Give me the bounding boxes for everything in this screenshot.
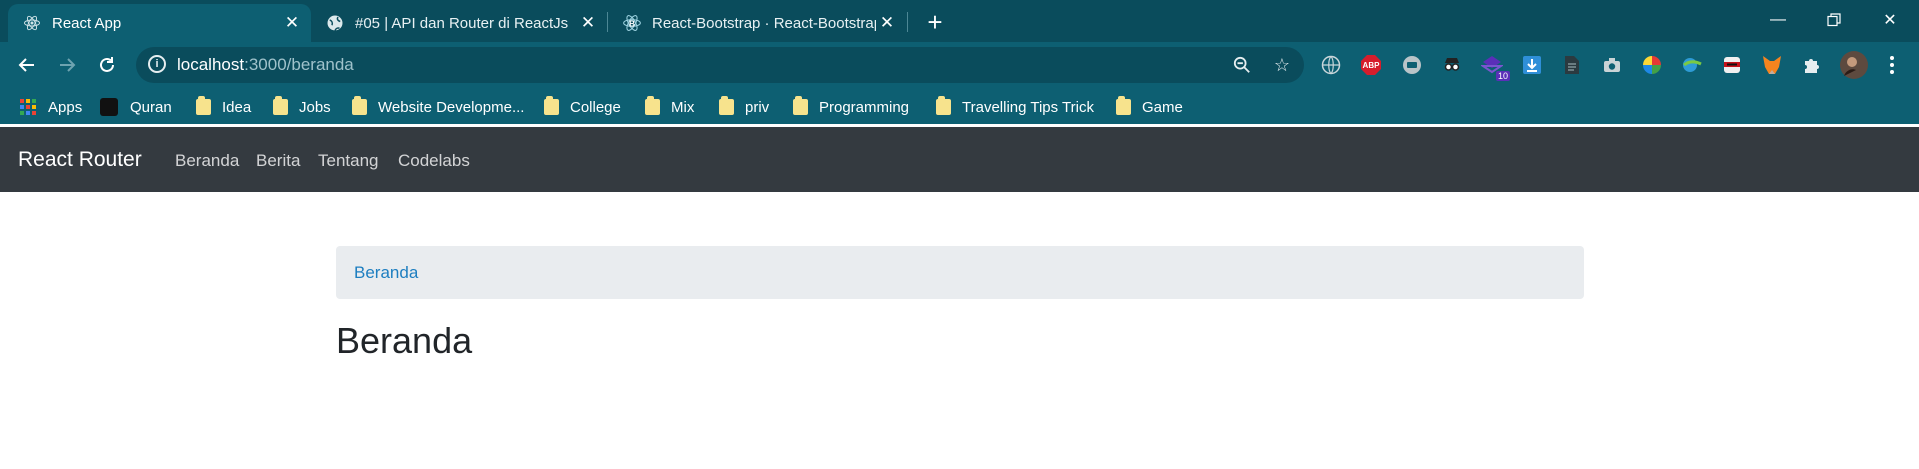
- folder-icon: [196, 96, 211, 115]
- menu-icon[interactable]: [1880, 53, 1904, 77]
- puzzle-icon[interactable]: [1800, 53, 1824, 77]
- tab-divider: [907, 12, 908, 32]
- tab-react-app[interactable]: React App ✕: [8, 4, 311, 42]
- nav-link-berita[interactable]: Berita: [256, 151, 300, 171]
- folder-icon: [544, 96, 559, 115]
- bookmark-label: Game: [1142, 98, 1183, 116]
- close-icon[interactable]: ✕: [876, 12, 898, 34]
- bookmark-jobs[interactable]: Jobs: [273, 96, 331, 118]
- bookmark-game[interactable]: Game: [1116, 96, 1183, 118]
- url-host: localhost: [177, 55, 245, 74]
- close-window-button[interactable]: ✕: [1862, 0, 1918, 40]
- bookmark-travelling-tips[interactable]: Travelling Tips Trick: [936, 96, 1094, 118]
- react-bootstrap-icon: B: [622, 13, 642, 33]
- star-icon[interactable]: ☆: [1270, 53, 1294, 77]
- folder-icon: [352, 96, 367, 115]
- folder-icon: [793, 96, 808, 115]
- adblock-plus-icon[interactable]: ABP: [1359, 53, 1383, 77]
- restore-button[interactable]: [1806, 0, 1862, 40]
- color-picker-icon[interactable]: [1640, 53, 1664, 77]
- bookmark-mix[interactable]: Mix: [645, 96, 694, 118]
- extension-badge: 10: [1495, 71, 1510, 81]
- ninja-icon[interactable]: [1720, 53, 1744, 77]
- url-path: :3000/beranda: [244, 55, 354, 74]
- bookmark-idea[interactable]: Idea: [196, 96, 251, 118]
- bookmark-label: Travelling Tips Trick: [962, 98, 1094, 116]
- folder-icon: [645, 96, 660, 115]
- bookmarks-bar: Apps Quran Idea Jobs Website Developme..…: [0, 88, 1919, 124]
- zoom-icon[interactable]: [1230, 53, 1254, 77]
- forward-button[interactable]: [52, 50, 82, 80]
- info-icon[interactable]: i: [148, 55, 166, 73]
- bookmark-priv[interactable]: priv: [719, 96, 769, 118]
- back-button[interactable]: [12, 50, 42, 80]
- bookmark-label: Website Developme...: [378, 98, 525, 116]
- navbar-brand[interactable]: React Router: [18, 148, 142, 172]
- close-icon[interactable]: ✕: [281, 12, 303, 34]
- folder-icon: [719, 96, 734, 115]
- bookmark-label: Programming: [819, 98, 910, 116]
- camera-icon[interactable]: [1600, 53, 1624, 77]
- tab-strip: React App ✕ #05 | API dan Router di Reac…: [0, 0, 1919, 42]
- globe-icon[interactable]: [1319, 53, 1343, 77]
- browser-toolbar: i localhost:3000/beranda ☆ ABP 10: [0, 42, 1919, 88]
- bookmark-label: Quran: [130, 98, 172, 116]
- minimize-button[interactable]: —: [1750, 0, 1806, 40]
- avatar[interactable]: [1840, 51, 1868, 79]
- stack-icon[interactable]: 10: [1480, 53, 1510, 81]
- new-tab-button[interactable]: +: [921, 7, 949, 37]
- metamask-fox-icon[interactable]: [1760, 53, 1784, 77]
- react-icon: [22, 13, 42, 33]
- quran-icon: [100, 98, 118, 116]
- breadcrumb: Beranda: [336, 246, 1584, 299]
- bookmark-label: Mix: [671, 98, 695, 116]
- tab-title: React-Bootstrap · React-Bootstrap: [652, 14, 876, 32]
- url-text[interactable]: localhost:3000/beranda: [177, 55, 354, 75]
- chat-icon[interactable]: [1400, 53, 1424, 77]
- bookmark-label: Jobs: [299, 98, 331, 116]
- bookmark-label: Apps: [48, 98, 83, 116]
- svg-text:B: B: [629, 18, 635, 28]
- page-title: Beranda: [336, 320, 473, 361]
- bookmark-programming[interactable]: Programming: [793, 96, 909, 118]
- bookmark-quran[interactable]: Quran: [100, 96, 172, 118]
- tab-title: #05 | API dan Router di ReactJs: [355, 14, 569, 32]
- abp-label: ABP: [1362, 60, 1380, 70]
- nav-link-tentang[interactable]: Tentang: [318, 151, 379, 171]
- globe-icon: [325, 13, 345, 33]
- reload-button[interactable]: [92, 50, 122, 80]
- download-icon[interactable]: [1520, 53, 1544, 77]
- folder-icon: [1116, 96, 1131, 115]
- tab-react-bootstrap[interactable]: B React-Bootstrap · React-Bootstrap ✕: [608, 4, 906, 42]
- bookmark-website-development[interactable]: Website Developme...: [352, 96, 524, 118]
- bookmark-label: College: [570, 98, 621, 116]
- spy-icon[interactable]: [1440, 53, 1464, 77]
- nav-link-codelabs[interactable]: Codelabs: [398, 151, 470, 171]
- address-bar[interactable]: i localhost:3000/beranda ☆: [136, 47, 1304, 83]
- bookmark-college[interactable]: College: [544, 96, 621, 118]
- breadcrumb-item[interactable]: Beranda: [354, 263, 418, 283]
- folder-icon: [273, 96, 288, 115]
- folder-icon: [936, 96, 951, 115]
- bookmark-label: priv: [745, 98, 770, 116]
- bookmark-apps[interactable]: Apps: [20, 96, 82, 118]
- close-icon[interactable]: ✕: [577, 12, 599, 34]
- tab-title: React App: [52, 14, 122, 32]
- bookmark-label: Idea: [222, 98, 252, 116]
- nav-link-beranda[interactable]: Beranda: [175, 151, 239, 171]
- apps-grid-icon: [20, 99, 36, 115]
- document-icon[interactable]: [1560, 53, 1584, 77]
- tab-api-router[interactable]: #05 | API dan Router di ReactJs ✕: [311, 4, 607, 42]
- app-navbar: React Router Beranda Berita Tentang Code…: [0, 127, 1919, 192]
- translate-icon[interactable]: [1680, 53, 1704, 77]
